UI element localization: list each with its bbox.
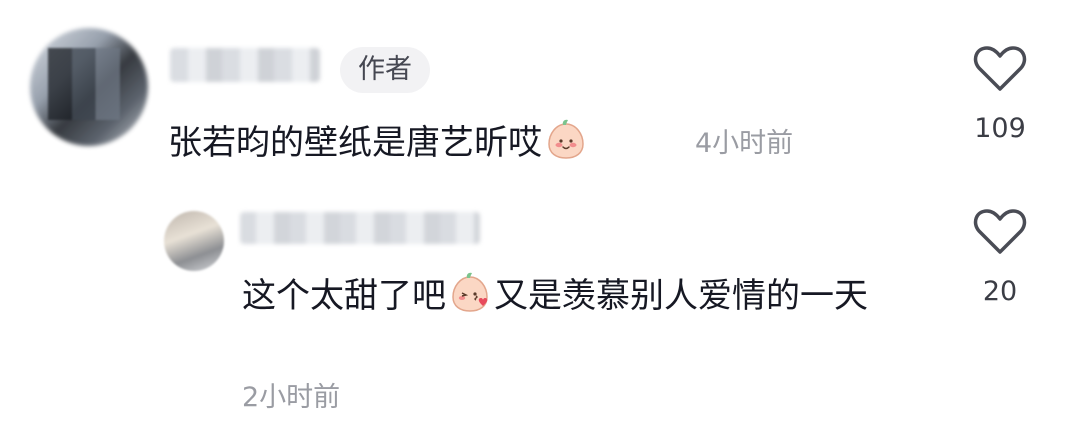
like-count: 20 <box>982 276 1018 307</box>
comment-text-part: 张若昀的壁纸是唐艺昕哎 <box>168 123 542 163</box>
author-badge: 作者 <box>340 47 430 93</box>
kissing-face-emoji-icon <box>452 272 488 312</box>
heart-outline-icon[interactable] <box>973 206 1027 256</box>
avatar-mosaic <box>48 48 120 120</box>
commenter-name-blurred[interactable] <box>170 48 320 82</box>
reply-time: 2小时前 <box>242 382 341 413</box>
comment-time: 4小时前 <box>695 128 794 159</box>
reply-text[interactable]: 这个太甜了吧 又是羡慕别人爱情的一天 <box>242 268 922 324</box>
replier-name-blurred[interactable] <box>240 212 480 244</box>
replier-avatar[interactable] <box>164 211 224 271</box>
comment-text[interactable]: 张若昀的壁纸是唐艺昕哎 <box>168 118 590 168</box>
smiling-face-emoji-icon <box>548 119 584 159</box>
heart-outline-icon[interactable] <box>973 43 1027 93</box>
like-count: 109 <box>974 113 1026 144</box>
reply-text-part2: 又是羡慕别人爱情的一天 <box>494 276 868 316</box>
reply-text-part1: 这个太甜了吧 <box>242 276 446 316</box>
